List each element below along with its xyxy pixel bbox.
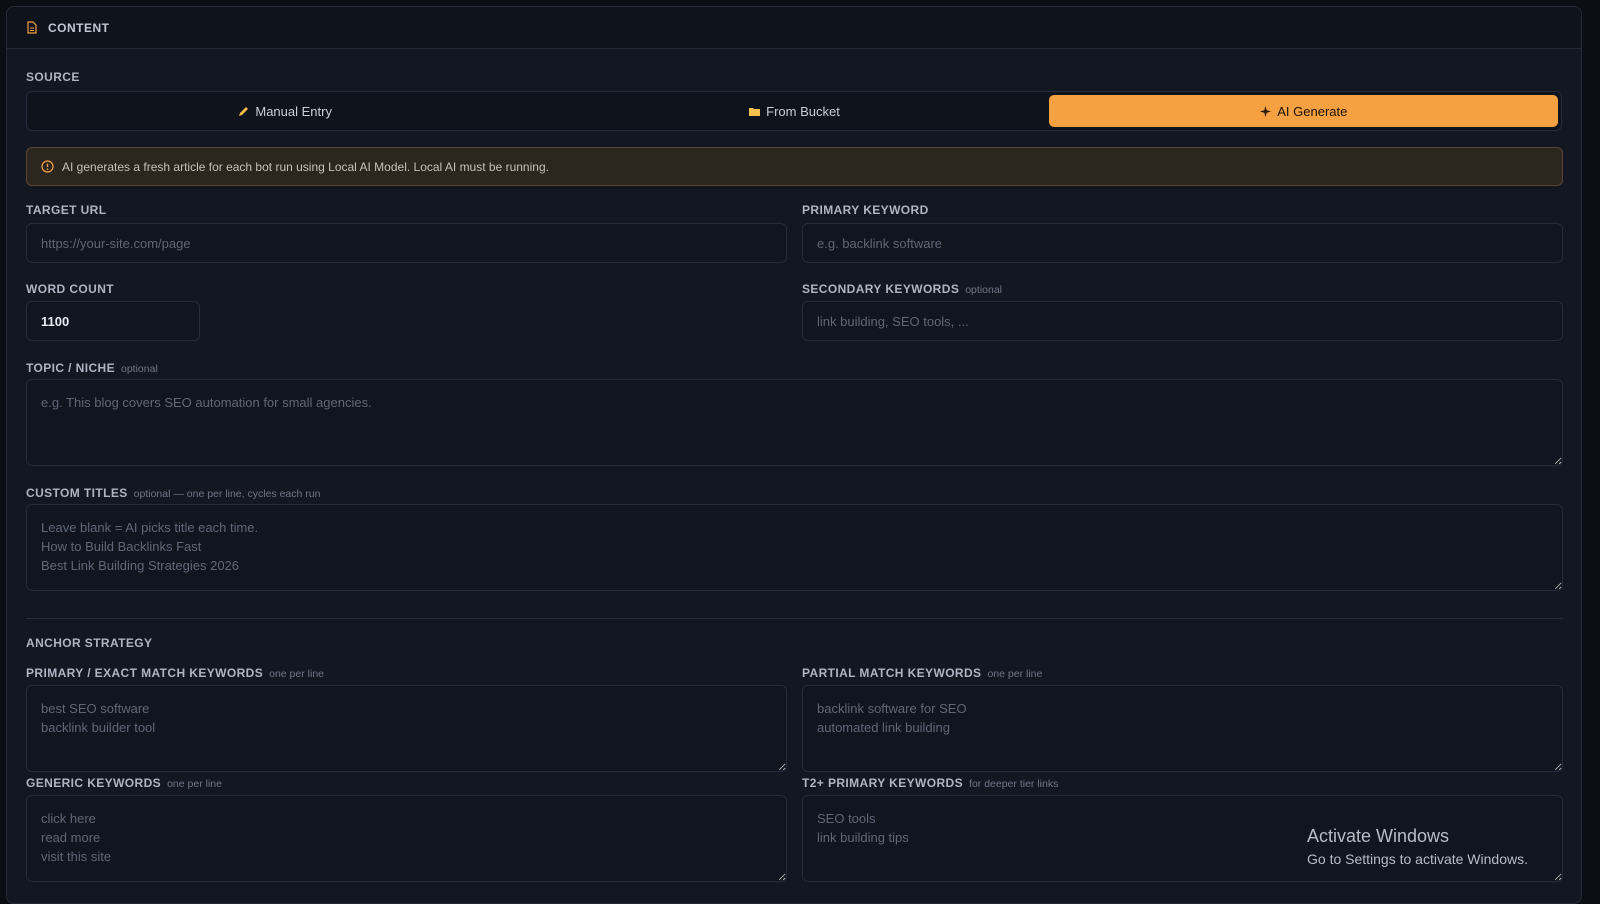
generic-keywords-label-text: GENERIC KEYWORDS [26, 776, 162, 790]
ai-generate-label: AI Generate [1277, 103, 1348, 119]
secondary-keywords-hint: optional [965, 284, 1002, 296]
target-url-label: TARGET URL [26, 203, 107, 217]
generic-keywords-label: GENERIC KEYWORDS one per line [26, 776, 222, 790]
source-label: SOURCE [26, 70, 80, 84]
panel-title: CONTENT [48, 20, 110, 35]
from-bucket-label: From Bucket [766, 103, 840, 119]
manual-entry-label: Manual Entry [255, 103, 332, 119]
info-circle-icon [41, 160, 54, 173]
word-count-input[interactable] [26, 301, 200, 341]
content-panel: CONTENT SOURCE Manual Entry From Bucket … [6, 6, 1582, 904]
custom-titles-hint: optional — one per line, cycles each run [133, 488, 321, 500]
document-icon [26, 21, 38, 34]
topic-label: TOPIC / NICHE optional [26, 361, 158, 375]
source-selector: Manual Entry From Bucket AI Generate [26, 91, 1562, 131]
generic-keywords-textarea[interactable] [26, 795, 787, 882]
section-divider [26, 618, 1563, 619]
t2-primary-hint: for deeper tier links [969, 778, 1059, 790]
anchor-strategy-title: ANCHOR STRATEGY [26, 636, 153, 650]
custom-titles-label-text: CUSTOM TITLES [26, 486, 128, 500]
manual-entry-button[interactable]: Manual Entry [30, 95, 539, 127]
custom-titles-label: CUSTOM TITLES optional — one per line, cy… [26, 486, 320, 500]
from-bucket-button[interactable]: From Bucket [539, 95, 1048, 127]
secondary-keywords-input[interactable] [802, 301, 1563, 341]
primary-keyword-label: PRIMARY KEYWORD [802, 203, 929, 217]
partial-match-label: PARTIAL MATCH KEYWORDS one per line [802, 666, 1042, 680]
generic-keywords-hint: one per line [167, 778, 222, 790]
word-count-label: WORD COUNT [26, 282, 114, 296]
primary-keyword-input[interactable] [802, 223, 1563, 263]
topic-label-text: TOPIC / NICHE [26, 361, 115, 375]
ai-notice: AI generates a fresh article for each bo… [26, 147, 1563, 186]
ai-generate-button[interactable]: AI Generate [1048, 95, 1558, 127]
primary-exact-label-text: PRIMARY / EXACT MATCH KEYWORDS [26, 666, 264, 680]
primary-exact-label: PRIMARY / EXACT MATCH KEYWORDS one per li… [26, 666, 324, 680]
partial-match-hint: one per line [987, 668, 1043, 680]
panel-header: CONTENT [7, 7, 1581, 49]
partial-match-textarea[interactable] [802, 685, 1563, 772]
secondary-keywords-label: SECONDARY KEYWORDS optional [802, 282, 1002, 296]
sparkle-icon [1259, 105, 1272, 118]
primary-exact-hint: one per line [269, 668, 324, 680]
primary-exact-textarea[interactable] [26, 685, 787, 772]
custom-titles-textarea[interactable] [26, 504, 1563, 591]
folder-icon [748, 105, 761, 118]
t2-primary-label: T2+ PRIMARY KEYWORDS for deeper tier link… [802, 776, 1058, 790]
topic-textarea[interactable] [26, 379, 1563, 466]
topic-hint: optional [121, 363, 158, 375]
partial-match-label-text: PARTIAL MATCH KEYWORDS [802, 666, 982, 680]
secondary-keywords-label-text: SECONDARY KEYWORDS [802, 282, 960, 296]
pencil-icon [237, 105, 250, 118]
t2-primary-textarea[interactable] [802, 795, 1563, 882]
t2-primary-label-text: T2+ PRIMARY KEYWORDS [802, 776, 964, 790]
target-url-input[interactable] [26, 223, 787, 263]
notice-text: AI generates a fresh article for each bo… [62, 159, 549, 174]
